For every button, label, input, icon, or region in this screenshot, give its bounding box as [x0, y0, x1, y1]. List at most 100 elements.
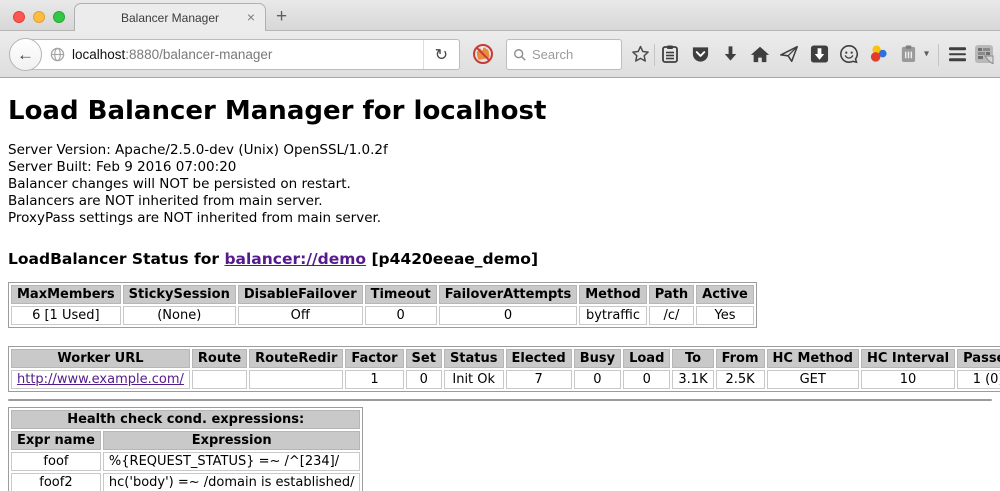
cell-to: 3.1K: [672, 370, 713, 389]
health-data-row: foof %{REQUEST_STATUS} =~ /^[234]/: [11, 452, 360, 471]
cell-hc-interval: 10: [861, 370, 955, 389]
balancer-demo-link[interactable]: balancer://demo: [224, 250, 366, 268]
cell-load: 0: [623, 370, 670, 389]
cell-expression: %{REQUEST_STATUS} =~ /^[234]/: [103, 452, 361, 471]
worker-data-row: http://www.example.com/ 1 0 Init Ok 7 0 …: [11, 370, 1000, 389]
worker-table: Worker URL Route RouteRedir Factor Set S…: [8, 346, 1000, 392]
worker-header-row: Worker URL Route RouteRedir Factor Set S…: [11, 349, 1000, 368]
health-table-title: Health check cond. expressions:: [11, 410, 360, 429]
nav-toolbar: ← localhost:8880/balancer-manager ↻: [0, 31, 1000, 78]
close-tab-icon[interactable]: ×: [247, 8, 255, 26]
url-domain: localhost: [72, 47, 125, 62]
toolbar-separator: [938, 44, 939, 66]
cell-maxmembers: 6 [1 Used]: [11, 306, 121, 325]
clipboard-addon-icon[interactable]: [900, 44, 917, 64]
proxypass-notice-line: ProxyPass settings are NOT inherited fro…: [8, 210, 992, 227]
titlebar: Balancer Manager × +: [0, 0, 1000, 31]
column-header: Load: [623, 349, 670, 368]
column-header: Factor: [345, 349, 403, 368]
worker-url-link[interactable]: http://www.example.com/: [17, 372, 184, 387]
back-button[interactable]: ←: [9, 38, 42, 71]
server-version-line: Server Version: Apache/2.5.0-dev (Unix) …: [8, 142, 992, 159]
toolbar-separator: [654, 44, 655, 66]
heading-suffix: [p4420eeae_demo]: [366, 250, 538, 268]
new-tab-button[interactable]: +: [276, 6, 287, 28]
bookmark-star-icon[interactable]: [630, 44, 651, 65]
cell-failoverattempts: 0: [439, 306, 578, 325]
cell-expr-name: foof2: [11, 473, 101, 491]
reload-button[interactable]: ↻: [423, 40, 459, 69]
cell-route: [192, 370, 247, 389]
health-data-row: foof2 hc('body') =~ /domain is establish…: [11, 473, 360, 491]
home-icon[interactable]: [750, 45, 770, 64]
balancer-header-row: MaxMembers StickySession DisableFailover…: [11, 285, 754, 304]
menu-icon[interactable]: [949, 47, 966, 61]
addon-download-icon[interactable]: [810, 45, 829, 64]
server-info: Server Version: Apache/2.5.0-dev (Unix) …: [8, 142, 992, 227]
smiley-addon-icon[interactable]: [839, 44, 859, 64]
bookmarks-sidebar-icon[interactable]: [661, 44, 679, 64]
column-header: StickySession: [123, 285, 236, 304]
tab-title: Balancer Manager: [121, 11, 219, 25]
cell-expression: hc('body') =~ /domain is established/: [103, 473, 361, 491]
page-content: Load Balancer Manager for localhost Serv…: [0, 78, 1000, 490]
column-header: Expression: [103, 431, 361, 450]
addon-dropdown-caret-icon[interactable]: ▾: [924, 49, 929, 60]
cell-expr-name: foof: [11, 452, 101, 471]
cell-from: 2.5K: [716, 370, 765, 389]
cell-busy: 0: [574, 370, 621, 389]
cell-disablefailover: Off: [238, 306, 363, 325]
screenshot-addon-icon[interactable]: [974, 44, 994, 64]
column-header: HC Interval: [861, 349, 955, 368]
url-bar[interactable]: localhost:8880/balancer-manager ↻: [25, 39, 460, 70]
column-header: DisableFailover: [238, 285, 363, 304]
globe-icon: [50, 47, 65, 62]
downloads-icon[interactable]: [721, 45, 740, 64]
search-input[interactable]: [532, 47, 612, 62]
page-title: Load Balancer Manager for localhost: [8, 78, 992, 126]
balancer-data-row: 6 [1 Used] (None) Off 0 0 bytraffic /c/ …: [11, 306, 754, 325]
cell-worker-url: http://www.example.com/: [11, 370, 190, 389]
cell-timeout: 0: [365, 306, 437, 325]
send-tab-icon[interactable]: [779, 45, 799, 64]
column-header: From: [716, 349, 765, 368]
column-header: FailoverAttempts: [439, 285, 578, 304]
column-header: Active: [696, 285, 754, 304]
column-header: Busy: [574, 349, 621, 368]
column-header: Status: [444, 349, 504, 368]
search-field[interactable]: [506, 39, 622, 70]
column-header: RouteRedir: [249, 349, 343, 368]
minimize-window-button[interactable]: [33, 11, 45, 23]
plugin-blocked-icon[interactable]: [471, 42, 495, 66]
health-check-table: Health check cond. expressions: Expr nam…: [8, 407, 363, 491]
close-window-button[interactable]: [13, 11, 25, 23]
cell-factor: 1: [345, 370, 403, 389]
column-header: Expr name: [11, 431, 101, 450]
column-header: Elected: [506, 349, 572, 368]
column-header: Worker URL: [11, 349, 190, 368]
url-path: :8880/balancer-manager: [125, 47, 272, 62]
cell-routeredir: [249, 370, 343, 389]
cell-set: 0: [406, 370, 442, 389]
column-header: HC Method: [767, 349, 859, 368]
tab-balancer-manager[interactable]: Balancer Manager ×: [74, 3, 266, 31]
cell-status: Init Ok: [444, 370, 504, 389]
column-header: Timeout: [365, 285, 437, 304]
column-header: Route: [192, 349, 247, 368]
persist-notice-line: Balancer changes will NOT be persisted o…: [8, 176, 992, 193]
browser-window: Balancer Manager × + ← localhost:8880/ba…: [0, 0, 1000, 491]
server-built-line: Server Built: Feb 9 2016 07:00:20: [8, 159, 992, 176]
cell-passes: 1 (0): [957, 370, 1000, 389]
balancer-settings-table: MaxMembers StickySession DisableFailover…: [8, 282, 757, 328]
cell-method: bytraffic: [579, 306, 646, 325]
window-controls: [13, 11, 65, 23]
pocket-icon[interactable]: [691, 45, 710, 64]
color-dots-addon-icon[interactable]: [868, 44, 889, 64]
url-text: localhost:8880/balancer-manager: [72, 47, 272, 62]
column-header: Method: [579, 285, 646, 304]
column-header: Path: [649, 285, 694, 304]
cell-hc-method: GET: [767, 370, 859, 389]
cell-stickysession: (None): [123, 306, 236, 325]
fullscreen-window-button[interactable]: [53, 11, 65, 23]
search-icon: [513, 48, 527, 62]
